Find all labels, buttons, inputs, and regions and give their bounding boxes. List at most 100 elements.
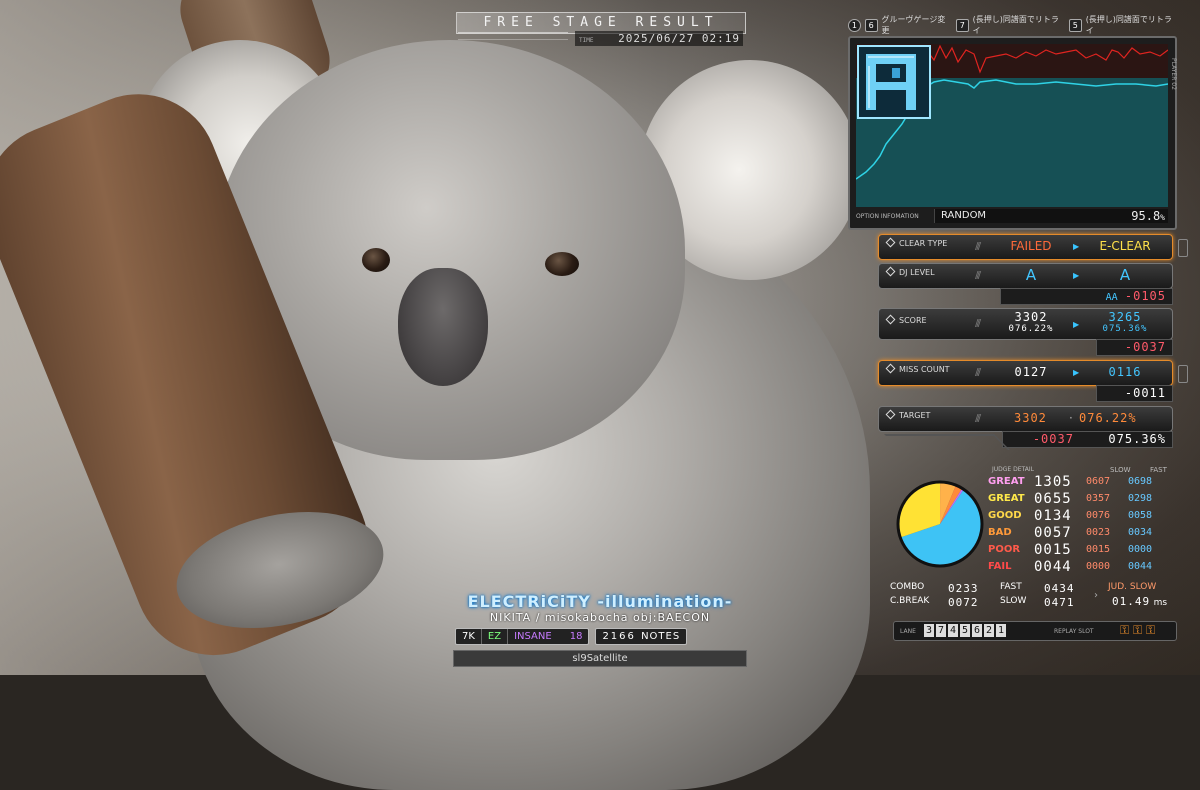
- slash-divider: ///: [975, 241, 981, 252]
- score-old-value: 3302: [1014, 310, 1048, 324]
- judge-detail-header: JUDGE DETAIL: [992, 466, 1034, 473]
- lane-label: LANE: [900, 628, 916, 635]
- replay-slot-2-icon[interactable]: ⚿: [1133, 623, 1142, 637]
- level-name-chip: INSANE: [514, 631, 552, 642]
- fast-label: FAST: [1000, 582, 1022, 592]
- judge-detail-panel: JUDGE DETAIL SLOW FAST GREAT 1305 0607 0…: [888, 466, 1178, 576]
- target-my-pct: 075.36%: [1108, 432, 1166, 446]
- slow-value: 0471: [1044, 596, 1075, 609]
- miss-count-row: MISS COUNT /// 0127 ▶ 0116: [878, 360, 1173, 386]
- dj-level-target-rank: AA: [1105, 292, 1118, 303]
- combo-value: 0233: [948, 582, 979, 595]
- player-side-label: PLAYER 02: [1170, 58, 1177, 90]
- datetime-value: 2025/06/27 02:19: [618, 32, 741, 45]
- diamond-icon: [885, 363, 896, 374]
- judge-row: GREAT 1305 0607 0698: [988, 473, 1178, 490]
- judge-fast: 0000: [1128, 544, 1153, 555]
- arrow-right-icon: ▶: [1073, 320, 1080, 329]
- judge-count: 0057: [1034, 524, 1072, 541]
- score-diff: -0037: [1096, 339, 1173, 356]
- clear-type-old: FAILED: [1010, 239, 1052, 253]
- score-label-text: SCORE: [899, 316, 927, 325]
- miss-count-label: MISS COUNT: [885, 363, 950, 374]
- key-hint-text: (長押し)同譜面でリトライ: [1085, 15, 1172, 35]
- judge-count: 0655: [1034, 490, 1072, 507]
- slash-divider: ///: [975, 318, 981, 329]
- judge-name: GREAT: [988, 476, 1025, 487]
- notes-label: NOTES: [641, 631, 681, 642]
- target-decoration: [884, 434, 1010, 450]
- jud-value-number: 01.49: [1112, 595, 1151, 608]
- jud-value: 01.49 ms: [1112, 595, 1167, 608]
- score-new-pct: 075.36%: [1102, 324, 1148, 334]
- gauge-percent-unit: %: [1160, 213, 1165, 222]
- datetime-bar: TIME 2025/06/27 02:19: [575, 31, 743, 46]
- gauge-graph: [856, 44, 1168, 207]
- gauge-graph-panel: PLAYER 02 OPTION INFOMATION RANDOM 95.8%: [848, 36, 1177, 230]
- dj-level-label: DJ LEVEL: [885, 266, 935, 277]
- arrow-right-icon: ▶: [1073, 368, 1080, 377]
- replay-slot-1-icon[interactable]: ⚿: [1120, 623, 1129, 637]
- score-old-pct: 076.22%: [1008, 324, 1054, 334]
- arrow-right-icon: ▶: [1073, 242, 1080, 251]
- judge-count: 0134: [1034, 507, 1072, 524]
- score-new-value: 3265: [1108, 310, 1142, 324]
- replay-slot-icons[interactable]: ⚿ ⚿ ⚿: [1120, 623, 1155, 638]
- score-new: 3265 075.36%: [1083, 311, 1167, 335]
- chevron-right-icon: ›: [1094, 590, 1098, 601]
- dot-divider: ·: [1069, 411, 1073, 425]
- judge-pie-chart: [896, 480, 984, 568]
- judge-slow: 0023: [1086, 527, 1111, 538]
- target-score: 3302: [1014, 411, 1047, 425]
- clear-type-new: E-CLEAR: [1099, 239, 1151, 253]
- judge-name: GOOD: [988, 510, 1022, 521]
- lane-number: 7: [936, 624, 946, 637]
- key-hints: 1 6 グルーヴゲージ変更 7 (長押し)同譜面でリトライ 5 (長押し)同譜面…: [848, 15, 1178, 35]
- slash-divider: ///: [975, 270, 981, 281]
- lane-number: 1: [996, 624, 1006, 637]
- notes-count: 2166: [602, 631, 636, 642]
- gauge-line-red: [917, 44, 1168, 79]
- key-hint-key: 1: [848, 18, 861, 32]
- replay-slot-3-icon[interactable]: ⚿: [1146, 623, 1155, 637]
- judge-fast: 0034: [1128, 527, 1153, 538]
- key-hint-text: (長押し)同譜面でリトライ: [972, 15, 1059, 35]
- side-tab: [1178, 365, 1188, 383]
- judge-row: POOR 0015 0015 0000: [988, 541, 1178, 558]
- header-decoration: [458, 32, 568, 40]
- clear-type-row: CLEAR TYPE /// FAILED ▶ E-CLEAR: [878, 234, 1173, 260]
- slash-divider: ///: [975, 413, 981, 424]
- slow-label: SLOW: [1000, 596, 1027, 606]
- dj-level-label-text: DJ LEVEL: [899, 268, 935, 277]
- target-diff: -0037: [1032, 432, 1074, 446]
- koala-nose: [398, 268, 488, 386]
- lane-order: 3745621: [922, 624, 1006, 637]
- key-hint-key: 6: [864, 18, 878, 32]
- cbreak-value: 0072: [948, 596, 979, 609]
- option-row: OPTION INFOMATION RANDOM 95.8%: [856, 208, 1168, 224]
- dj-level-new: A: [1119, 266, 1131, 284]
- diamond-icon: [885, 266, 896, 277]
- judge-row: GOOD 0134 0076 0058: [988, 507, 1178, 524]
- jud-unit: ms: [1153, 598, 1168, 608]
- lane-number: 4: [948, 624, 958, 637]
- chart-chips: 7K EZ INSANE 18: [455, 628, 590, 645]
- clear-type-label-text: CLEAR TYPE: [899, 239, 948, 248]
- key-hint-key: 7: [955, 18, 969, 32]
- judge-slow: 0076: [1086, 510, 1111, 521]
- judge-slow: 0357: [1086, 493, 1111, 504]
- koala-right-eye: [545, 252, 579, 276]
- target-row: TARGET /// 3302 · 076.22%: [878, 406, 1173, 432]
- diamond-icon: [885, 237, 896, 248]
- miss-count-old: 0127: [1014, 365, 1048, 379]
- score-row: SCORE /// 3302 076.22% ▶ 3265 075.36%: [878, 308, 1173, 340]
- song-artist: NIKITA / misokabocha obj:BAECON: [489, 611, 711, 624]
- score-label: SCORE: [885, 314, 927, 325]
- key-hint-key: 5: [1068, 18, 1082, 32]
- lane-number: 6: [972, 624, 982, 637]
- gauge-percent: 95.8%: [1101, 209, 1168, 223]
- slash-divider: ///: [975, 367, 981, 378]
- miss-count-diff: -0011: [1096, 385, 1173, 402]
- koala-left-eye: [362, 248, 390, 272]
- option-label: OPTION INFOMATION: [856, 212, 919, 220]
